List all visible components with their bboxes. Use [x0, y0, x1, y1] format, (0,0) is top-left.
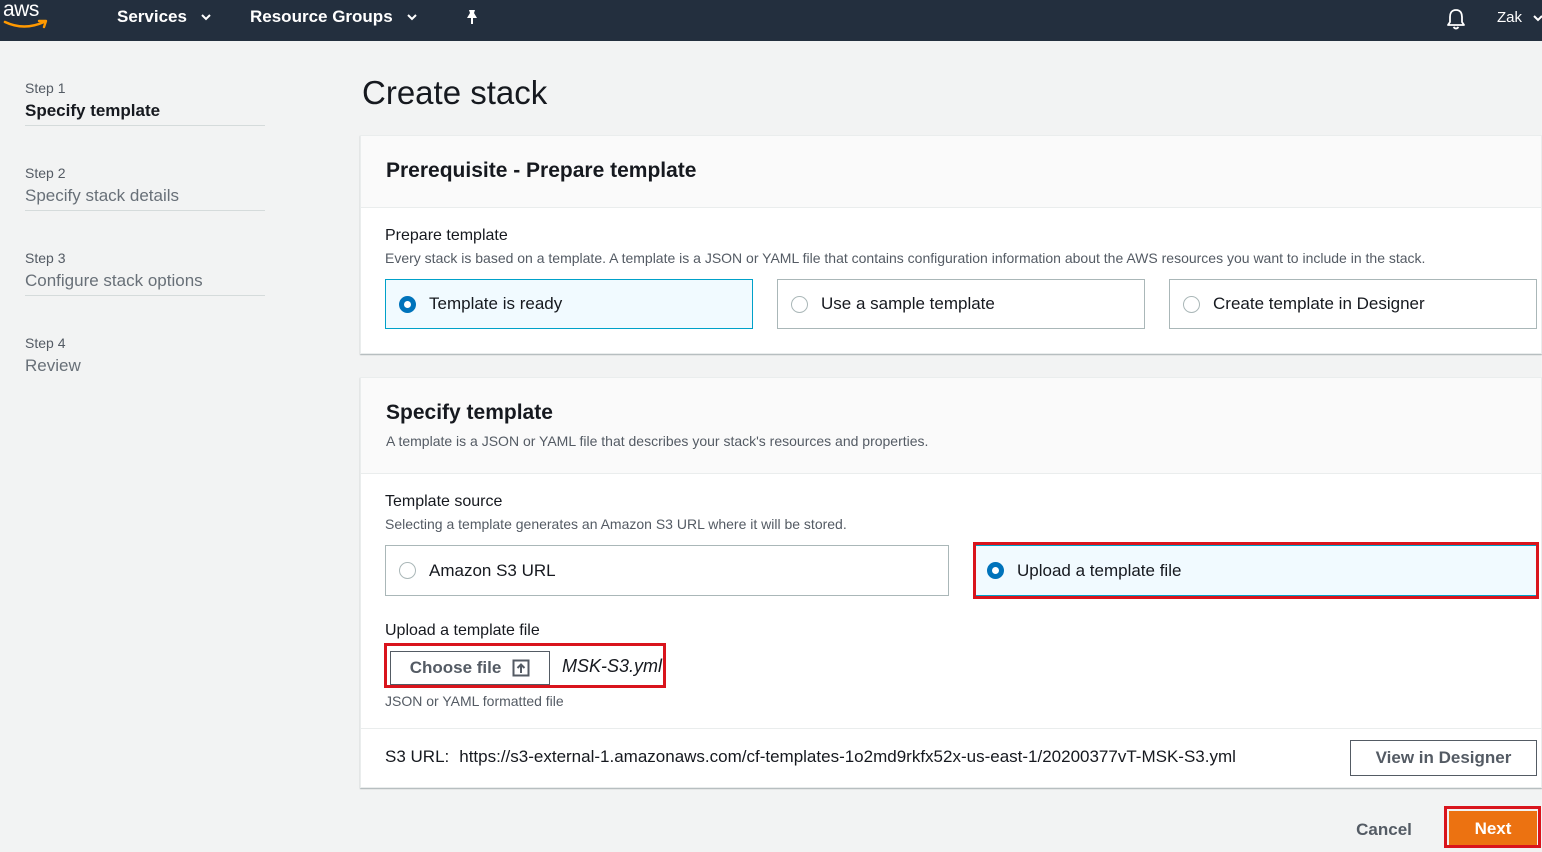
step-3: Step 3 Configure stack options	[25, 211, 265, 296]
step-number: Step 3	[25, 250, 66, 266]
panel-header: Specify template A template is a JSON or…	[361, 378, 1541, 474]
option-label: Upload a template file	[1017, 560, 1182, 580]
nav-services-menu[interactable]: Services	[117, 6, 212, 28]
step-number: Step 2	[25, 165, 66, 181]
panel-description: A template is a JSON or YAML file that d…	[386, 433, 929, 449]
top-navigation-bar: aws Services Resource Groups Zak	[0, 0, 1542, 41]
nav-services-label: Services	[117, 7, 187, 26]
option-sample-template[interactable]: Use a sample template	[777, 279, 1145, 329]
radio-unselected-icon	[1183, 295, 1200, 313]
panel-heading: Prerequisite - Prepare template	[386, 159, 697, 182]
page-title: Create stack	[362, 74, 548, 111]
upload-icon	[512, 659, 530, 677]
option-amazon-s3-url[interactable]: Amazon S3 URL	[385, 545, 949, 596]
s3-url-row: S3 URL: https://s3-external-1.amazonaws.c…	[385, 747, 1236, 767]
option-label: Amazon S3 URL	[429, 560, 556, 580]
user-name: Zak	[1497, 9, 1523, 26]
step-1: Step 1 Specify template	[25, 41, 265, 126]
option-create-in-designer[interactable]: Create template in Designer	[1169, 279, 1537, 329]
view-in-designer-button[interactable]: View in Designer	[1350, 740, 1537, 776]
panel-header: Prerequisite - Prepare template	[361, 136, 1541, 208]
step-4: Step 4 Review	[25, 296, 265, 381]
choose-file-label: Choose file	[409, 658, 502, 677]
s3-url-value: https://s3-external-1.amazonaws.com/cf-t…	[459, 747, 1236, 766]
step-2: Step 2 Specify stack details	[25, 126, 265, 211]
divider	[361, 728, 1542, 729]
radio-unselected-icon	[791, 295, 808, 313]
option-label: Create template in Designer	[1213, 294, 1425, 313]
option-upload-template-file[interactable]: Upload a template file	[973, 545, 1537, 596]
step-title: Review	[25, 356, 81, 375]
radio-unselected-icon	[399, 562, 416, 579]
upload-file-label: Upload a template file	[385, 622, 540, 639]
radio-selected-icon	[399, 295, 416, 313]
step-number: Step 4	[25, 335, 66, 351]
choose-file-button[interactable]: Choose file	[390, 651, 550, 685]
chevron-down-icon	[1532, 14, 1542, 22]
step-title: Specify stack details	[25, 186, 180, 205]
aws-logo[interactable]: aws	[2, 0, 52, 34]
nav-resource-groups-label: Resource Groups	[250, 7, 393, 26]
option-template-ready[interactable]: Template is ready	[385, 279, 753, 329]
next-button[interactable]: Next	[1449, 811, 1537, 846]
step-title: Specify template	[25, 101, 161, 120]
template-source-label: Template source	[385, 493, 503, 510]
user-menu[interactable]: Zak	[1497, 9, 1542, 26]
pin-icon[interactable]	[463, 8, 481, 33]
prepare-template-label: Prepare template	[385, 227, 508, 244]
panel-heading: Specify template	[386, 401, 553, 424]
option-label: Template is ready	[429, 294, 563, 313]
file-format-hint: JSON or YAML formatted file	[385, 693, 564, 709]
option-label: Use a sample template	[821, 294, 995, 313]
aws-smile-icon	[3, 19, 48, 29]
chevron-down-icon	[406, 13, 418, 21]
chevron-down-icon	[200, 13, 212, 21]
radio-selected-icon	[987, 562, 1004, 579]
s3-url-label: S3 URL:	[385, 747, 450, 766]
prepare-template-description: Every stack is based on a template. A te…	[385, 250, 1426, 266]
wizard-steps: Step 1 Specify template Step 2 Specify s…	[25, 41, 265, 381]
nav-resource-groups-menu[interactable]: Resource Groups	[250, 6, 418, 28]
template-source-description: Selecting a template generates an Amazon…	[385, 516, 847, 532]
step-number: Step 1	[25, 80, 66, 96]
step-title: Configure stack options	[25, 271, 203, 290]
cancel-button[interactable]: Cancel	[1340, 816, 1428, 844]
selected-file-name: MSK-S3.yml	[562, 656, 663, 676]
bell-icon[interactable]	[1445, 7, 1467, 36]
